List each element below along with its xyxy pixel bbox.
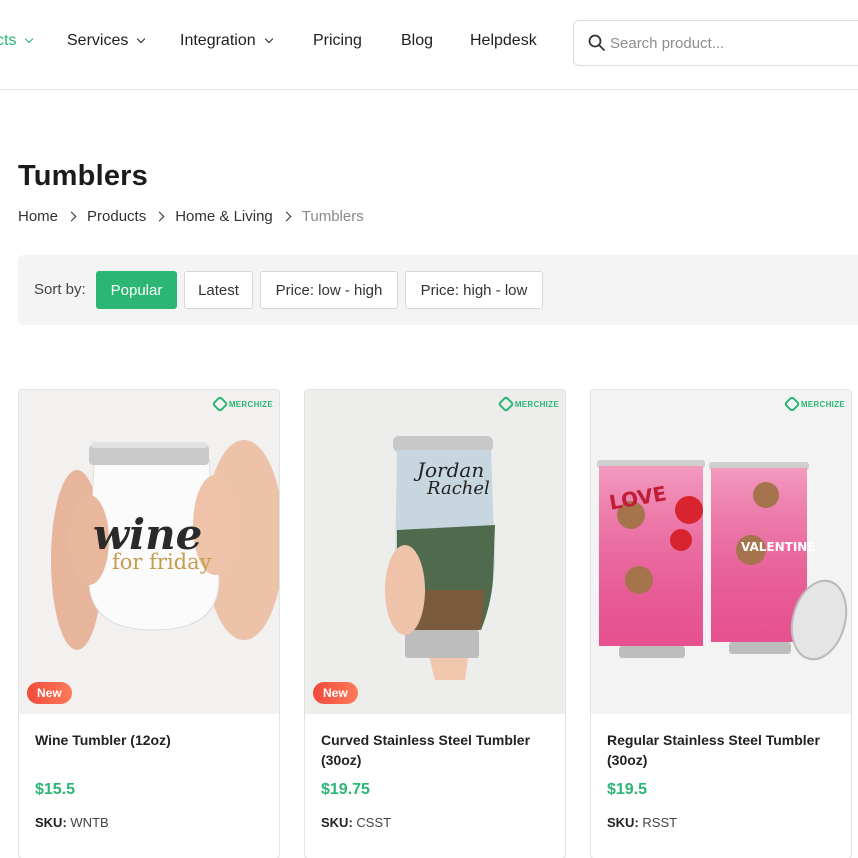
product-image: wine for friday MERCHIZE New: [19, 390, 279, 714]
brand-logo: MERCHIZE: [783, 395, 845, 413]
brand-logo: MERCHIZE: [497, 395, 559, 413]
chevron-down-icon: [25, 34, 34, 44]
nav-item-integration[interactable]: Integration: [180, 32, 273, 50]
product-sku: SKU: CSST: [321, 815, 392, 830]
nav-item-blog[interactable]: Blog: [401, 32, 433, 50]
nav-item-pricing[interactable]: Pricing: [313, 32, 362, 50]
merchize-logo-icon: [211, 395, 229, 413]
product-image: LOVE VALENTINE MERCHIZE: [591, 390, 851, 714]
nav-item-services[interactable]: Services: [67, 32, 146, 50]
sort-latest-button[interactable]: Latest: [184, 271, 253, 309]
product-image: Jordan Rachel MERCHIZE New: [305, 390, 565, 714]
search-box[interactable]: [573, 20, 858, 66]
breadcrumb-current: Tumblers: [301, 208, 364, 225]
merchize-logo-icon: [497, 395, 515, 413]
product-name[interactable]: Wine Tumbler (12oz): [35, 730, 260, 750]
nav-item-label: Services: [67, 32, 129, 49]
product-image-text: for friday: [112, 550, 212, 574]
merchize-logo-icon: [783, 395, 801, 413]
product-sku: SKU: RSST: [607, 815, 678, 830]
nav-item-label: Helpdesk: [470, 32, 537, 49]
product-image-text: Rachel: [427, 478, 490, 499]
nav-item-label: Blog: [401, 32, 434, 49]
nav-item-label: Integration: [180, 32, 256, 49]
chevron-right-icon: [154, 211, 165, 222]
search-input[interactable]: [610, 34, 840, 52]
product-price: $19.75: [321, 781, 370, 798]
breadcrumb-products[interactable]: Products: [87, 208, 146, 225]
product-sku: SKU: WNTB: [35, 815, 109, 830]
chevron-down-icon: [264, 34, 273, 44]
product-card-curved-tumbler[interactable]: Jordan Rachel MERCHIZE New Curved Stainl…: [304, 389, 566, 858]
new-badge: New: [27, 682, 72, 704]
product-card-regular-tumbler[interactable]: LOVE VALENTINE MERCHIZE Regular Stainles…: [590, 389, 852, 858]
breadcrumb-home[interactable]: Home: [18, 208, 58, 225]
sort-price-low-high-button[interactable]: Price: low - high: [260, 271, 398, 309]
product-price: $19.5: [607, 781, 648, 798]
product-name[interactable]: Curved Stainless Steel Tumbler (30oz): [321, 730, 546, 770]
product-name[interactable]: Regular Stainless Steel Tumbler (30oz): [607, 730, 832, 770]
tumbler-illustration: [385, 436, 495, 680]
nav-item-helpdesk[interactable]: Helpdesk: [470, 32, 537, 50]
sort-popular-button[interactable]: Popular: [96, 271, 177, 309]
brand-logo: MERCHIZE: [211, 395, 273, 413]
search-icon: [588, 34, 605, 51]
page-title: Tumblers: [18, 160, 148, 192]
nav-item-label: cts: [0, 32, 17, 49]
sort-label: Sort by:: [34, 281, 86, 298]
product-card-wine-tumbler[interactable]: wine for friday MERCHIZE New Wine Tumble…: [18, 389, 280, 858]
chevron-down-icon: [137, 34, 146, 44]
top-navigation: cts Services Integration Pricing Blog He…: [0, 0, 858, 90]
product-image-text: VALENTINE: [741, 540, 816, 554]
nav-item-label: Pricing: [313, 32, 362, 49]
product-price: $15.5: [35, 781, 76, 798]
breadcrumb: Home Products Home & Living Tumblers: [18, 208, 364, 225]
nav-item-products[interactable]: cts: [0, 32, 34, 50]
sort-price-high-low-button[interactable]: Price: high - low: [405, 271, 543, 309]
sort-bar: Sort by: Popular Latest Price: low - hig…: [18, 255, 858, 325]
new-badge: New: [313, 682, 358, 704]
chevron-right-icon: [281, 211, 292, 222]
chevron-right-icon: [66, 211, 77, 222]
breadcrumb-home-living[interactable]: Home & Living: [175, 208, 273, 225]
